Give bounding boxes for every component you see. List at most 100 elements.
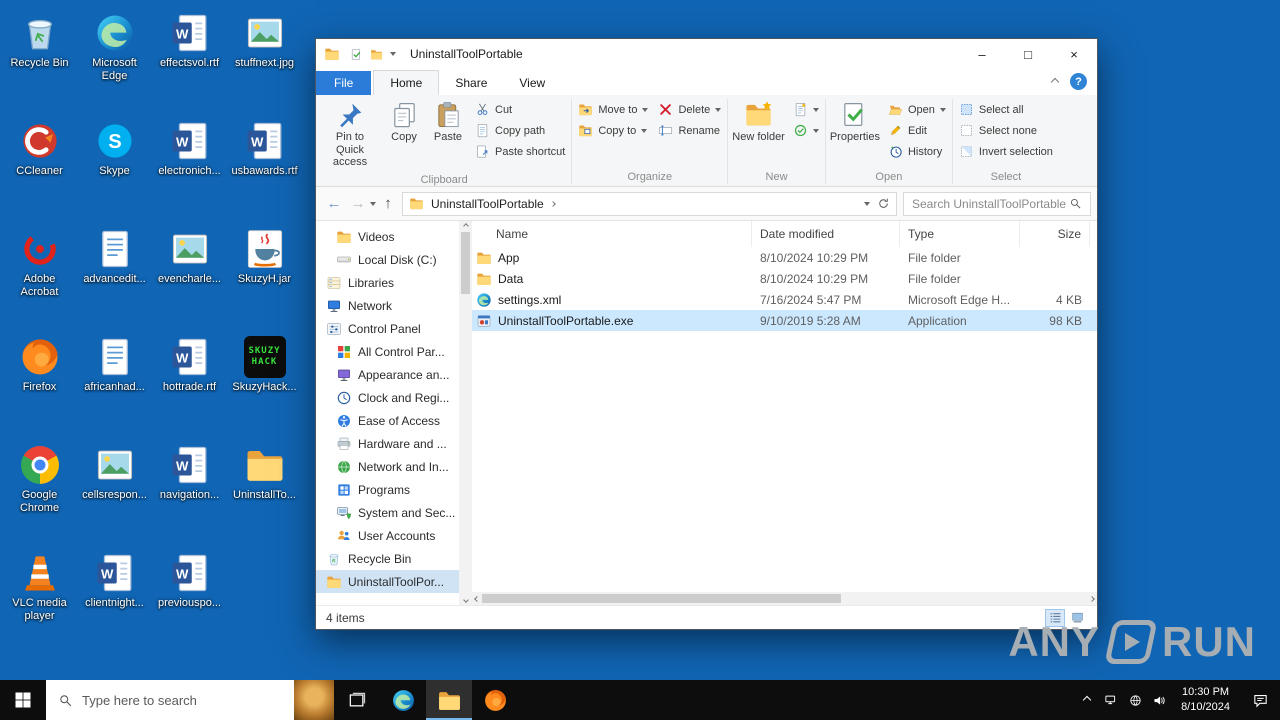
open-button[interactable]: Open (883, 99, 951, 120)
search-box[interactable]: Search UninstallToolPortable (903, 191, 1091, 216)
cut-button[interactable]: Cut (470, 99, 570, 120)
address-bar[interactable]: UninstallToolPortable (402, 191, 897, 216)
nav-item-local-disk-c[interactable]: Local Disk (C:) (316, 248, 459, 271)
move-to-button[interactable]: Move to (573, 99, 653, 120)
taskbar-edge-button[interactable] (380, 680, 426, 720)
column-header-type[interactable]: Type (900, 221, 1020, 247)
desktop-icon-hottrade[interactable]: hottrade.rtf (152, 328, 227, 436)
copy-path-button[interactable]: Copy path (470, 120, 570, 141)
desktop-icon-uninstallto-folder[interactable]: UninstallTo... (227, 436, 302, 544)
help-button[interactable]: ? (1070, 73, 1087, 90)
taskbar-firefox-button[interactable] (472, 680, 518, 720)
desktop-icon-skuzyhack[interactable]: SKUZY HACK SkuzyHack... (227, 328, 302, 436)
horizontal-scrollbar[interactable] (472, 592, 1097, 605)
scroll-up-icon[interactable] (462, 223, 469, 229)
desktop-icon-firefox[interactable]: Firefox (2, 328, 77, 436)
forward-button[interactable]: → (346, 192, 370, 216)
desktop-icon-previouspo[interactable]: previouspo... (152, 544, 227, 652)
desktop-icon-stuffnext[interactable]: stuffnext.jpg (227, 4, 302, 112)
close-button[interactable]: × (1051, 39, 1097, 69)
desktop-icon-google-chrome[interactable]: Google Chrome (2, 436, 77, 544)
search-promo-image[interactable] (294, 680, 334, 720)
maximize-button[interactable]: □ (1005, 39, 1051, 69)
file-row-settings-xml[interactable]: settings.xml 7/16/2024 5:47 PM Microsoft… (472, 289, 1097, 310)
task-view-button[interactable] (334, 680, 380, 720)
tab-home[interactable]: Home (373, 70, 440, 95)
nav-item-system-security[interactable]: System and Sec... (316, 501, 459, 524)
desktop-icon-effectsvol[interactable]: effectsvol.rtf (152, 4, 227, 112)
easy-access-button[interactable] (788, 120, 824, 141)
title-bar[interactable]: UninstallToolPortable – □ × (316, 39, 1097, 69)
desktop-icon-clientnight[interactable]: clientnight... (77, 544, 152, 652)
history-button[interactable]: History (883, 141, 951, 162)
tab-file[interactable]: File (316, 71, 372, 95)
column-header-size[interactable]: Size (1020, 221, 1090, 247)
file-row-uninstalltoolportable-exe[interactable]: UninstallToolPortable.exe 9/10/2019 5:28… (472, 310, 1097, 331)
desktop-icon-usbawards[interactable]: usbawards.rtf (227, 112, 302, 220)
nav-item-control-panel[interactable]: Control Panel (316, 317, 459, 340)
desktop-icon-adobe-acrobat[interactable]: Adobe Acrobat (2, 220, 77, 328)
new-folder-button[interactable]: New folder (729, 97, 788, 147)
taskbar-clock[interactable]: 10:30 PM 8/10/2024 (1171, 685, 1240, 716)
desktop-icon-ccleaner[interactable]: CCleaner (2, 112, 77, 220)
delete-button[interactable]: Delete (653, 99, 726, 120)
tray-display-icon[interactable] (1099, 680, 1123, 720)
desktop-icon-microsoft-edge[interactable]: Microsoft Edge (77, 4, 152, 112)
qat-dropdown-icon[interactable] (390, 52, 396, 56)
nav-item-network-internet[interactable]: Network and In... (316, 455, 459, 478)
nav-item-network[interactable]: Network (316, 294, 459, 317)
scroll-down-icon[interactable] (462, 597, 469, 603)
select-all-button[interactable]: Select all (954, 99, 1058, 120)
copy-button[interactable]: Copy (382, 97, 426, 147)
breadcrumb-chevron-icon[interactable] (549, 200, 556, 207)
tab-view[interactable]: View (503, 71, 561, 95)
scrollbar-thumb[interactable] (482, 594, 842, 603)
desktop-icon-cellsrespon[interactable]: cellsrespon... (77, 436, 152, 544)
address-dropdown-icon[interactable] (864, 201, 870, 206)
desktop-icon-africanhad[interactable]: africanhad... (77, 328, 152, 436)
column-header-date-modified[interactable]: Date modified (752, 221, 900, 247)
desktop-icon-evencharle[interactable]: evencharle... (152, 220, 227, 328)
tray-expand-button[interactable] (1075, 680, 1099, 720)
column-header-name[interactable]: Name (472, 221, 752, 247)
minimize-button[interactable]: – (959, 39, 1005, 69)
nav-vertical-scrollbar[interactable] (459, 221, 472, 605)
action-center-button[interactable] (1240, 692, 1280, 709)
edit-button[interactable]: Edit (883, 120, 951, 141)
desktop-icon-recycle-bin[interactable]: Recycle Bin (2, 4, 77, 112)
pin-to-quick-access-button[interactable]: Pin to Quick access (318, 97, 382, 172)
refresh-icon[interactable] (877, 197, 890, 210)
nav-item-videos[interactable]: Videos (316, 225, 459, 248)
copy-to-button[interactable]: Copy to (573, 120, 653, 141)
nav-item-clock-region[interactable]: Clock and Regi... (316, 386, 459, 409)
properties-button[interactable]: Properties (827, 97, 883, 147)
desktop-icon-skuzyh-jar[interactable]: SkuzyH.jar (227, 220, 302, 328)
desktop-icon-advancedit[interactable]: advancedit... (77, 220, 152, 328)
breadcrumb[interactable]: UninstallToolPortable (431, 197, 544, 211)
new-item-button[interactable] (788, 99, 824, 120)
invert-selection-button[interactable]: Invert selection (954, 141, 1058, 162)
desktop-icon-vlc[interactable]: VLC media player (2, 544, 77, 652)
taskbar-search[interactable]: Type here to search (46, 680, 334, 720)
back-button[interactable]: ← (322, 192, 346, 216)
paste-shortcut-button[interactable]: Paste shortcut (470, 141, 570, 162)
file-row-data[interactable]: Data 8/10/2024 10:29 PM File folder (472, 268, 1097, 289)
nav-item-recycle-bin[interactable]: Recycle Bin (316, 547, 459, 570)
qat-properties-icon[interactable] (350, 48, 363, 61)
desktop-icon-skype[interactable]: Skype (77, 112, 152, 220)
tray-volume-icon[interactable] (1147, 680, 1171, 720)
qat-new-folder-icon[interactable] (370, 48, 383, 61)
paste-button[interactable]: Paste (426, 97, 470, 147)
file-row-app[interactable]: App 8/10/2024 10:29 PM File folder (472, 247, 1097, 268)
nav-item-libraries[interactable]: Libraries (316, 271, 459, 294)
nav-item-hardware[interactable]: Hardware and ... (316, 432, 459, 455)
collapse-ribbon-icon[interactable] (1050, 77, 1060, 86)
taskbar-file-explorer-button[interactable] (426, 680, 472, 720)
tab-share[interactable]: Share (439, 71, 503, 95)
nav-item-all-control-panel-items[interactable]: All Control Par... (316, 340, 459, 363)
scroll-left-icon[interactable] (474, 595, 480, 602)
nav-item-uninstalltoolportable[interactable]: UninstallToolPor... (316, 570, 459, 593)
desktop-icon-electronich[interactable]: electronich... (152, 112, 227, 220)
start-button[interactable] (0, 680, 46, 720)
nav-item-programs[interactable]: Programs (316, 478, 459, 501)
